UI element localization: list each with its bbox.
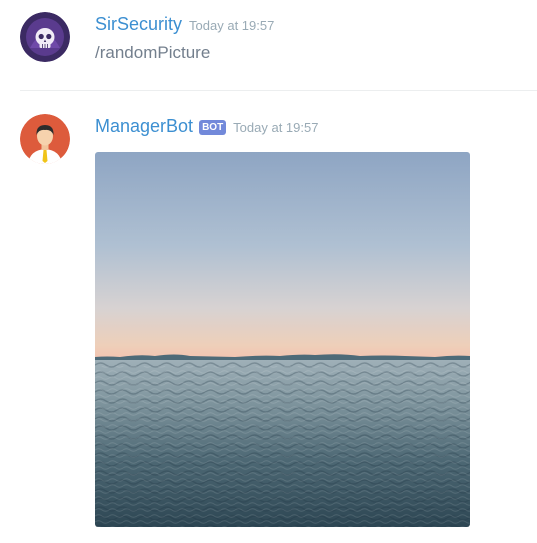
image-attachment[interactable] — [95, 152, 470, 527]
message-timestamp: Today at 19:57 — [189, 18, 275, 33]
message-header: ManagerBot BOT Today at 19:57 — [95, 116, 318, 137]
businessman-avatar-icon[interactable] — [20, 114, 70, 164]
skull-hooded-avatar-icon[interactable] — [20, 12, 70, 62]
message-managerbot: ManagerBot BOT Today at 19:57 — [0, 91, 537, 543]
message-text: /randomPicture — [95, 43, 211, 62]
message-timestamp: Today at 19:57 — [233, 120, 319, 135]
bot-badge: BOT — [199, 120, 227, 135]
message-header: SirSecurity Today at 19:57 — [95, 14, 274, 35]
author-username[interactable]: SirSecurity — [95, 14, 182, 35]
author-username[interactable]: ManagerBot — [95, 116, 193, 137]
message-sirsecurity: SirSecurity Today at 19:57 /randomPictur… — [0, 0, 537, 90]
